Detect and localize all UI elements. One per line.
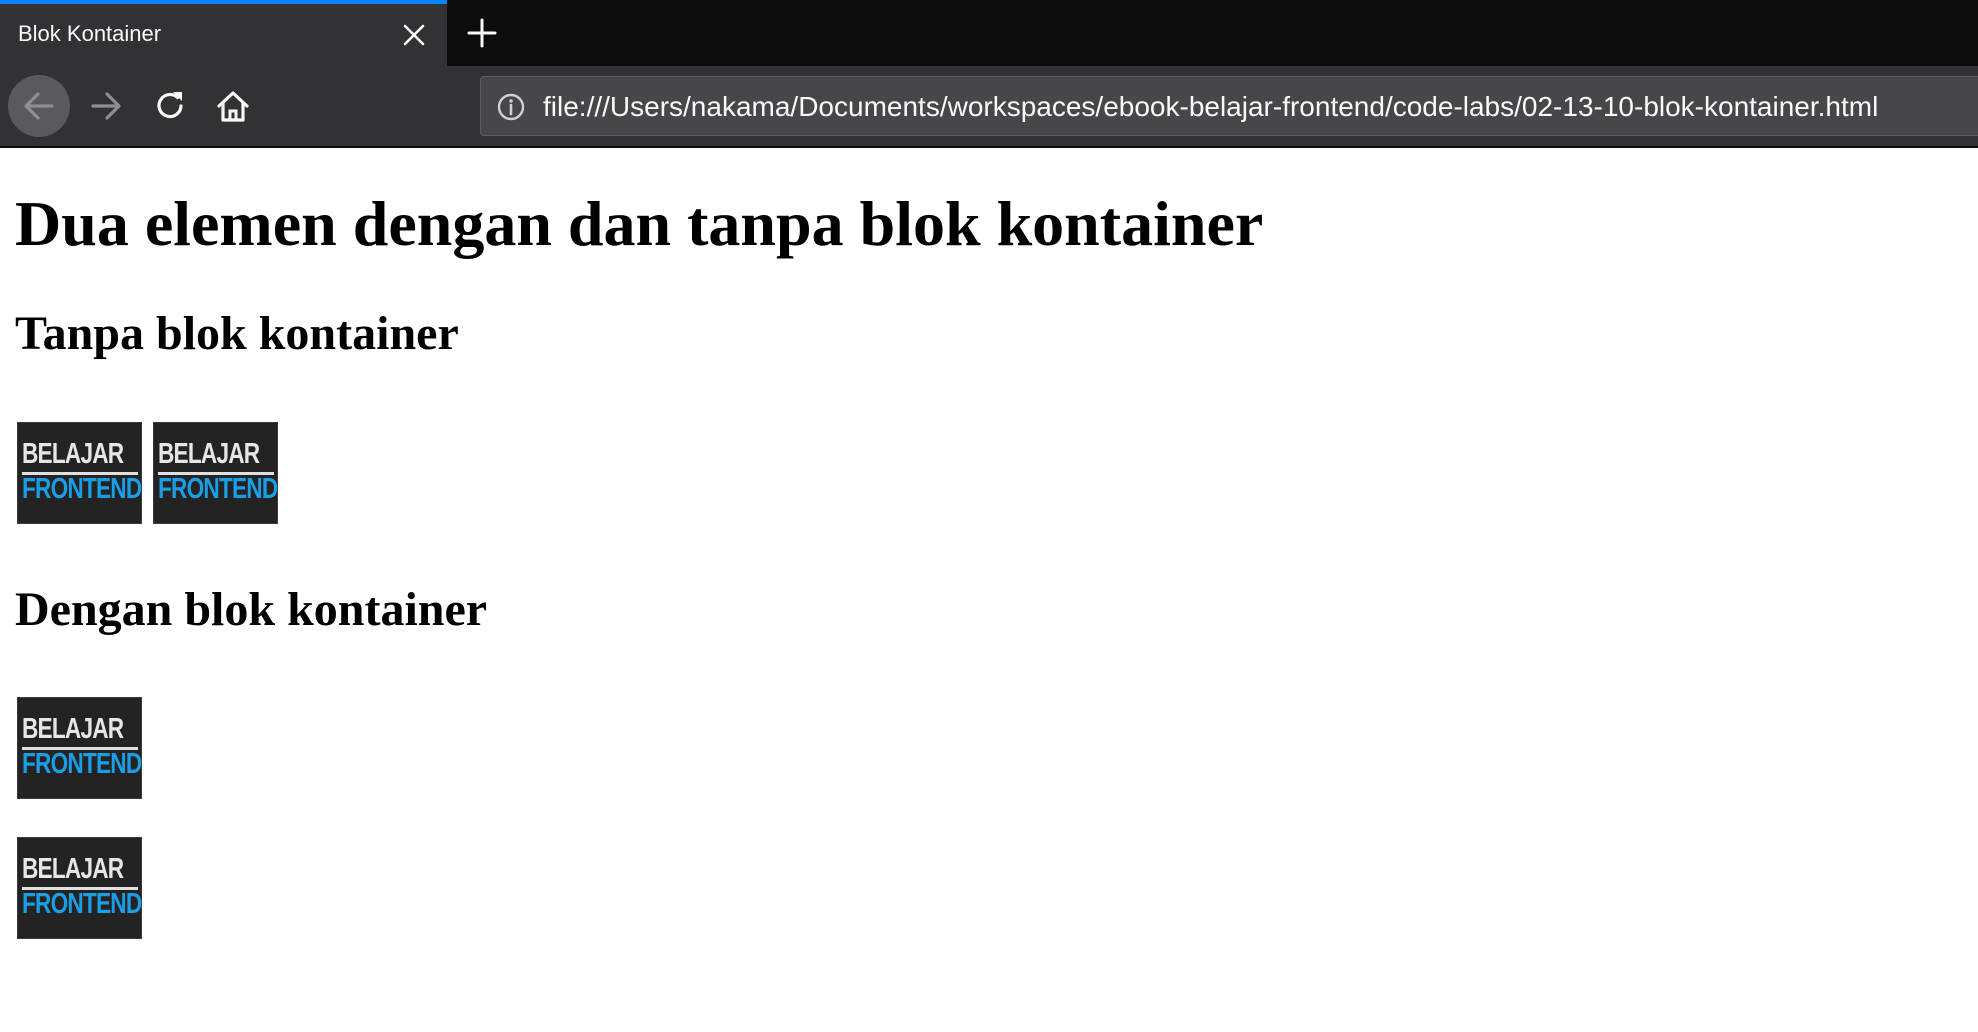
belajar-frontend-logo: BELAJAR FRONTEND: [17, 837, 142, 939]
page-title: Dua elemen dengan dan tanpa blok kontain…: [15, 188, 1264, 259]
address-bar[interactable]: file:///Users/nakama/Documents/workspace…: [480, 76, 1978, 136]
tab-title: Blok Kontainer: [18, 21, 162, 46]
logo-text-bottom: FRONTEND: [22, 473, 142, 505]
url-text[interactable]: file:///Users/nakama/Documents/workspace…: [543, 91, 1878, 123]
belajar-frontend-logo: BELAJAR FRONTEND: [153, 422, 278, 524]
logo-text-top: BELAJAR: [22, 853, 124, 885]
logo-text-bottom: FRONTEND: [158, 473, 278, 505]
page-content: Dua elemen dengan dan tanpa blok kontain…: [0, 150, 1978, 1032]
belajar-frontend-logo: BELAJAR FRONTEND: [17, 697, 142, 799]
logo-text-top: BELAJAR: [22, 713, 124, 745]
tab-bar: Blok Kontainer: [0, 0, 1978, 66]
logo-text-bottom: FRONTEND: [22, 888, 142, 920]
info-icon[interactable]: [495, 91, 527, 123]
section-heading-with-container: Dengan blok kontainer: [15, 583, 488, 636]
logo-text-top: BELAJAR: [22, 438, 124, 470]
home-icon[interactable]: [202, 75, 264, 137]
logo-text-top: BELAJAR: [158, 438, 260, 470]
close-icon[interactable]: [397, 18, 431, 52]
navigation-toolbar: file:///Users/nakama/Documents/workspace…: [0, 66, 1978, 148]
tab-active[interactable]: Blok Kontainer: [0, 0, 447, 66]
arrow-left-icon[interactable]: [8, 75, 70, 137]
reload-icon[interactable]: [139, 75, 201, 137]
arrow-right-icon[interactable]: [75, 75, 137, 137]
section-heading-without-container: Tanpa blok kontainer: [15, 307, 459, 360]
plus-icon[interactable]: [463, 14, 501, 52]
logo-text-bottom: FRONTEND: [22, 748, 142, 780]
belajar-frontend-logo: BELAJAR FRONTEND: [17, 422, 142, 524]
